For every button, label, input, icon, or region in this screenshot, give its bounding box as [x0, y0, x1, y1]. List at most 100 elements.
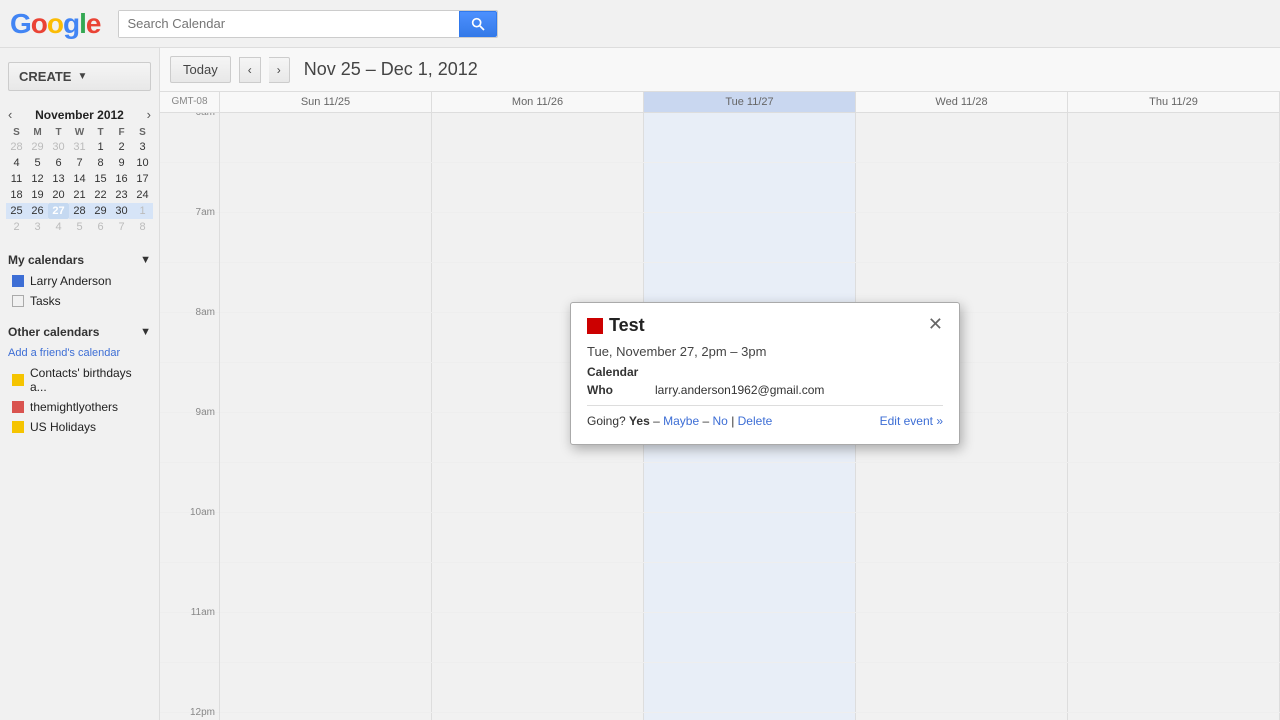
day-cell[interactable] — [432, 613, 644, 662]
day-cell[interactable] — [644, 163, 856, 212]
day-cell[interactable] — [220, 563, 432, 612]
mini-cal-day[interactable]: 5 — [69, 219, 90, 235]
day-cell[interactable] — [644, 513, 856, 562]
my-calendars-header[interactable]: My calendars ▼ — [0, 249, 159, 271]
going-maybe-link[interactable]: Maybe — [663, 414, 699, 428]
day-cell[interactable] — [220, 463, 432, 512]
mini-cal-day[interactable]: 1 — [132, 203, 153, 219]
day-cell[interactable] — [432, 113, 644, 162]
mini-cal-day[interactable]: 3 — [132, 139, 153, 155]
day-cell[interactable] — [1068, 563, 1280, 612]
mini-cal-day[interactable]: 27 — [48, 203, 69, 219]
my-calendar-item[interactable]: Tasks — [0, 291, 159, 311]
mini-cal-day[interactable]: 17 — [132, 171, 153, 187]
google-logo[interactable]: Google — [10, 8, 100, 40]
mini-cal-prev[interactable]: ‹ — [6, 107, 14, 122]
day-cell[interactable] — [644, 663, 856, 712]
day-cell[interactable] — [856, 713, 1068, 720]
day-cell[interactable] — [644, 613, 856, 662]
day-cell[interactable] — [1068, 463, 1280, 512]
mini-cal-day[interactable]: 30 — [111, 203, 132, 219]
day-cell[interactable] — [220, 513, 432, 562]
mini-cal-day[interactable]: 13 — [48, 171, 69, 187]
prev-button[interactable]: ‹ — [239, 57, 261, 83]
edit-event-link[interactable]: Edit event » — [880, 414, 943, 428]
my-calendar-item[interactable]: Larry Anderson — [0, 271, 159, 291]
day-cell[interactable] — [1068, 513, 1280, 562]
mini-cal-day[interactable]: 20 — [48, 187, 69, 203]
day-cell[interactable] — [856, 663, 1068, 712]
day-cell[interactable] — [1068, 213, 1280, 262]
other-calendar-item[interactable]: themightlyothers — [0, 397, 159, 417]
day-cell[interactable] — [432, 663, 644, 712]
day-cell[interactable] — [220, 363, 432, 412]
day-cell[interactable] — [856, 563, 1068, 612]
day-cell[interactable] — [1068, 663, 1280, 712]
day-cell[interactable] — [1068, 163, 1280, 212]
mini-cal-day[interactable]: 6 — [90, 219, 111, 235]
create-button[interactable]: CREATE ▼ — [8, 62, 151, 91]
mini-cal-day[interactable]: 10 — [132, 155, 153, 171]
day-cell[interactable] — [220, 163, 432, 212]
mini-cal-day[interactable]: 8 — [90, 155, 111, 171]
mini-cal-day[interactable]: 26 — [27, 203, 48, 219]
mini-cal-next[interactable]: › — [145, 107, 153, 122]
search-button[interactable] — [459, 11, 497, 37]
day-cell[interactable] — [432, 563, 644, 612]
mini-cal-day[interactable]: 2 — [111, 139, 132, 155]
day-cell[interactable] — [856, 213, 1068, 262]
mini-cal-day[interactable]: 28 — [6, 139, 27, 155]
mini-cal-day[interactable]: 1 — [90, 139, 111, 155]
day-cell[interactable] — [432, 713, 644, 720]
day-cell[interactable] — [220, 263, 432, 312]
day-cell[interactable] — [1068, 263, 1280, 312]
day-cell[interactable] — [644, 213, 856, 262]
day-cell[interactable] — [220, 413, 432, 462]
other-calendar-item[interactable]: US Holidays — [0, 417, 159, 437]
mini-cal-day[interactable]: 18 — [6, 187, 27, 203]
calendar-checkbox[interactable] — [12, 295, 24, 307]
going-no-link[interactable]: No — [713, 414, 728, 428]
mini-cal-day[interactable]: 8 — [132, 219, 153, 235]
mini-cal-day[interactable]: 7 — [69, 155, 90, 171]
day-cell[interactable] — [644, 113, 856, 162]
day-cell[interactable] — [1068, 613, 1280, 662]
day-cell[interactable] — [1068, 363, 1280, 412]
day-cell[interactable] — [432, 163, 644, 212]
popup-close-button[interactable]: ✕ — [928, 315, 943, 333]
day-cell[interactable] — [432, 213, 644, 262]
mini-cal-day[interactable]: 3 — [27, 219, 48, 235]
day-cell[interactable] — [1068, 713, 1280, 720]
mini-cal-day[interactable]: 9 — [111, 155, 132, 171]
mini-cal-day[interactable]: 4 — [48, 219, 69, 235]
mini-cal-day[interactable]: 22 — [90, 187, 111, 203]
day-cell[interactable] — [220, 713, 432, 720]
mini-cal-day[interactable]: 31 — [69, 139, 90, 155]
mini-cal-day[interactable]: 11 — [6, 171, 27, 187]
day-cell[interactable] — [644, 713, 856, 720]
day-cell[interactable] — [220, 113, 432, 162]
mini-cal-day[interactable]: 2 — [6, 219, 27, 235]
day-cell[interactable] — [220, 663, 432, 712]
search-input[interactable] — [119, 11, 459, 37]
day-cell[interactable] — [1068, 313, 1280, 362]
day-cell[interactable] — [856, 463, 1068, 512]
day-cell[interactable] — [644, 563, 856, 612]
mini-cal-day[interactable]: 15 — [90, 171, 111, 187]
mini-cal-day[interactable]: 19 — [27, 187, 48, 203]
mini-cal-day[interactable]: 24 — [132, 187, 153, 203]
mini-cal-day[interactable]: 23 — [111, 187, 132, 203]
mini-cal-day[interactable]: 29 — [90, 203, 111, 219]
day-cell[interactable] — [220, 213, 432, 262]
today-button[interactable]: Today — [170, 56, 231, 83]
mini-cal-day[interactable]: 29 — [27, 139, 48, 155]
other-calendar-item[interactable]: Contacts' birthdays a... — [0, 363, 159, 397]
mini-cal-day[interactable]: 21 — [69, 187, 90, 203]
day-cell[interactable] — [220, 313, 432, 362]
mini-cal-day[interactable]: 12 — [27, 171, 48, 187]
next-button[interactable]: › — [269, 57, 290, 83]
day-cell[interactable] — [644, 463, 856, 512]
mini-cal-day[interactable]: 25 — [6, 203, 27, 219]
mini-cal-day[interactable]: 30 — [48, 139, 69, 155]
going-delete-link[interactable]: Delete — [738, 414, 773, 428]
